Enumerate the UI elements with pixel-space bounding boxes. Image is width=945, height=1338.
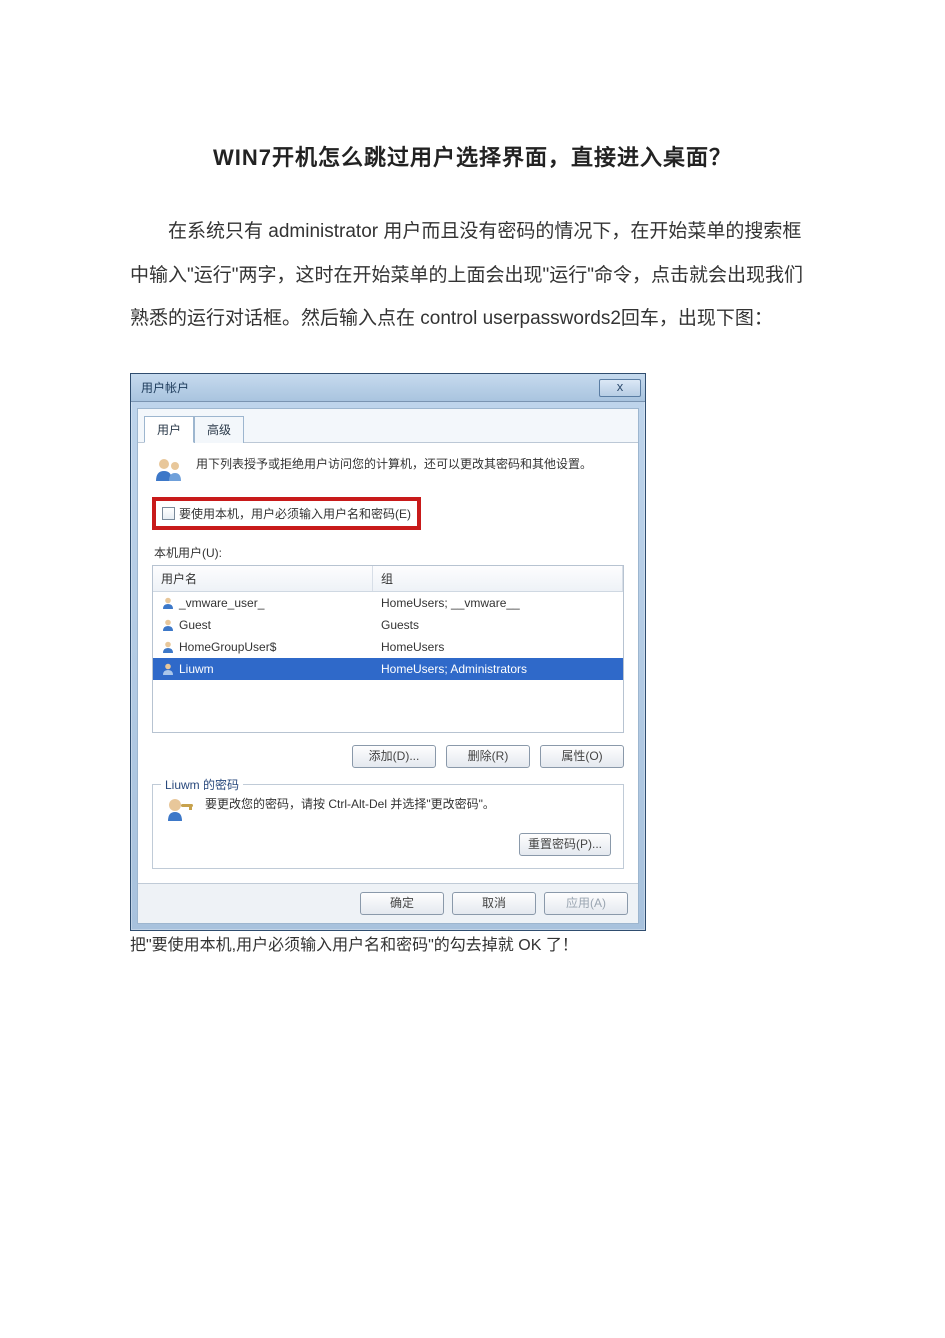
article-body: 在系统只有 administrator 用户而且没有密码的情况下，在开始菜单的搜… <box>130 210 815 341</box>
reset-password-button[interactable]: 重置密码(P)... <box>519 833 611 856</box>
dialog-title: 用户帐户 <box>141 379 189 396</box>
cell-username: Liuwm <box>153 660 373 678</box>
user-accounts-dialog: 用户帐户 x 用户 高级 用下列表授予或拒绝用户访问您的计算机，还可以更改其密码… <box>130 373 646 931</box>
user-icon <box>161 618 175 632</box>
close-button[interactable]: x <box>599 379 641 397</box>
require-password-checkbox[interactable] <box>162 507 175 520</box>
user-icon <box>161 662 175 676</box>
user-icon <box>161 596 175 610</box>
cell-group: HomeUsers; __vmware__ <box>373 594 623 612</box>
ok-button[interactable]: 确定 <box>360 892 444 915</box>
table-row[interactable]: Guest Guests <box>153 614 623 636</box>
tab-advanced[interactable]: 高级 <box>194 416 244 443</box>
password-groupbox: Liuwm 的密码 要更改您的密码，请按 Ctrl-Alt-Del 并选择"更改… <box>152 784 624 869</box>
cell-group: HomeUsers <box>373 638 623 656</box>
cancel-button[interactable]: 取消 <box>452 892 536 915</box>
user-table-spacer <box>153 680 623 732</box>
user-table-header: 用户名 组 <box>153 566 623 592</box>
user-table-body: _vmware_user_HomeUsers; __vmware__GuestG… <box>153 592 623 680</box>
local-users-label: 本机用户(U): <box>154 544 624 561</box>
require-password-label: 要使用本机，用户必须输入用户名和密码(E) <box>179 505 411 522</box>
user-table: 用户名 组 _vmware_user_ HomeUsers; __vmware__… <box>152 565 624 733</box>
password-button-row: 重置密码(P)... <box>165 833 611 856</box>
table-row[interactable]: HomeGroupUser$ HomeUsers <box>153 636 623 658</box>
intro-text: 用下列表授予或拒绝用户访问您的计算机，还可以更改其密码和其他设置。 <box>196 455 592 473</box>
paragraph-conclusion: 把"要使用本机,用户必须输入用户名和密码"的勾去掉就 OK 了！ <box>130 931 815 955</box>
dialog-titlebar: 用户帐户 x <box>131 374 645 402</box>
tab-row: 用户 高级 <box>138 409 638 443</box>
cell-username: _vmware_user_ <box>153 594 373 612</box>
column-username[interactable]: 用户名 <box>153 566 373 591</box>
password-row: 要更改您的密码，请按 Ctrl-Alt-Del 并选择"更改密码"。 <box>165 795 611 823</box>
intro-row: 用下列表授予或拒绝用户访问您的计算机，还可以更改其密码和其他设置。 <box>152 455 624 485</box>
table-row[interactable]: Liuwm HomeUsers; Administrators <box>153 658 623 680</box>
properties-button[interactable]: 属性(O) <box>540 745 624 768</box>
username-text: Liuwm <box>179 662 214 676</box>
key-icon <box>165 795 195 823</box>
users-icon <box>152 455 186 485</box>
password-instruction-text: 要更改您的密码，请按 Ctrl-Alt-Del 并选择"更改密码"。 <box>205 795 495 813</box>
user-button-row: 添加(D)... 删除(R) 属性(O) <box>152 745 624 768</box>
cell-group: HomeUsers; Administrators <box>373 660 623 678</box>
username-text: Guest <box>179 618 211 632</box>
username-text: HomeGroupUser$ <box>179 640 276 654</box>
username-text: _vmware_user_ <box>179 596 264 610</box>
password-groupbox-title: Liuwm 的密码 <box>161 776 243 793</box>
screenshot-user-accounts-dialog: 用户帐户 x 用户 高级 用下列表授予或拒绝用户访问您的计算机，还可以更改其密码… <box>130 373 815 931</box>
add-button[interactable]: 添加(D)... <box>352 745 436 768</box>
paragraph-intro: 在系统只有 administrator 用户而且没有密码的情况下，在开始菜单的搜… <box>130 210 815 341</box>
dialog-bottom-bar: 确定 取消 应用(A) <box>138 883 638 923</box>
tab-content-users: 用下列表授予或拒绝用户访问您的计算机，还可以更改其密码和其他设置。 要使用本机，… <box>138 443 638 883</box>
tab-users[interactable]: 用户 <box>144 416 194 443</box>
article-title: WIN7开机怎么跳过用户选择界面，直接进入桌面？ <box>130 140 815 172</box>
column-group[interactable]: 组 <box>373 566 623 591</box>
cell-username: Guest <box>153 616 373 634</box>
require-password-highlight: 要使用本机，用户必须输入用户名和密码(E) <box>152 497 421 530</box>
remove-button[interactable]: 删除(R) <box>446 745 530 768</box>
cell-username: HomeGroupUser$ <box>153 638 373 656</box>
apply-button[interactable]: 应用(A) <box>544 892 628 915</box>
table-row[interactable]: _vmware_user_ HomeUsers; __vmware__ <box>153 592 623 614</box>
user-icon <box>161 640 175 654</box>
cell-group: Guests <box>373 616 623 634</box>
dialog-body: 用户 高级 用下列表授予或拒绝用户访问您的计算机，还可以更改其密码和其他设置。 … <box>137 408 639 924</box>
